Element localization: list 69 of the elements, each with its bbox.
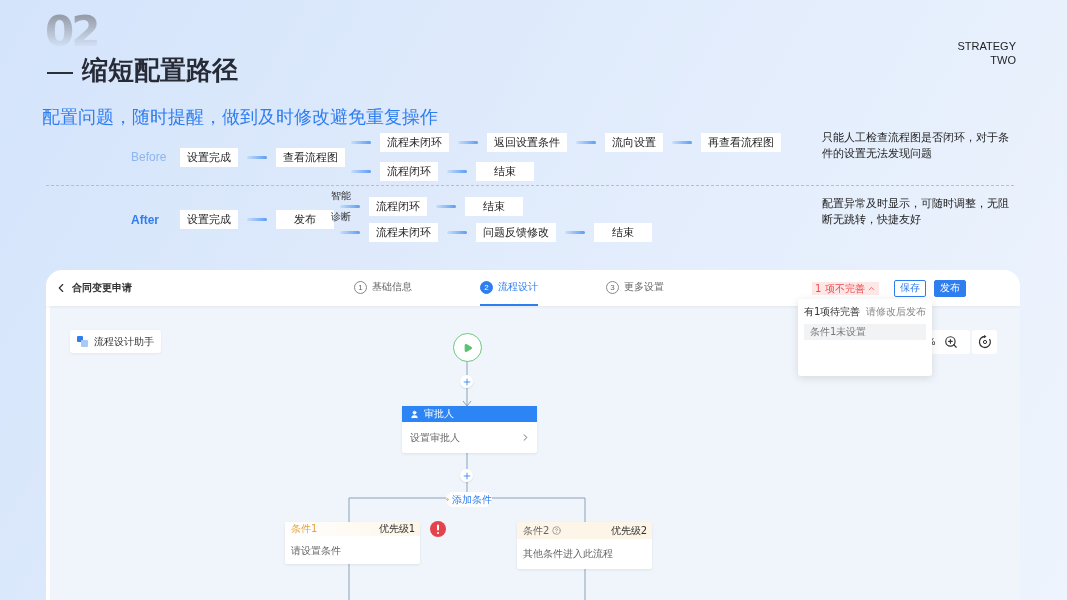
flow-step: 流程未闭环 (369, 223, 438, 243)
connector-bar (672, 141, 692, 144)
connector-bar (565, 231, 585, 235)
flow-step: 结束 (594, 223, 652, 243)
flow-step: 查看流程图 (276, 147, 345, 167)
condition-text: 其他条件进入此流程 (522, 547, 614, 561)
connector-bar (247, 155, 267, 159)
flow-step: 流程未闭环 (380, 133, 449, 152)
condition-name: 条件1 (291, 522, 318, 536)
flow-stage-label: Before (131, 150, 168, 164)
slide-subtitle: 配置问题，随时提醒，做到及时修改避免重复操作 (42, 105, 439, 129)
flow-stage-label: After (131, 212, 160, 227)
condition-node[interactable]: 条件1 优先级1 请设置条件 (285, 522, 420, 564)
person-icon (410, 409, 419, 419)
priority-label: 优先级1 (378, 522, 415, 536)
connector-line (348, 563, 350, 600)
connector-bar (447, 170, 467, 173)
node-title: 审批人 (424, 407, 454, 421)
flow-step: 设置完成 (180, 147, 238, 167)
flow-assistant-button[interactable]: 流程设计助手 (70, 330, 161, 353)
add-node-button[interactable] (460, 469, 473, 482)
connector-bar (340, 205, 360, 209)
publish-button[interactable]: 发布 (933, 279, 966, 297)
start-node[interactable] (453, 333, 482, 362)
connector-bar (351, 170, 371, 173)
reset-view-button[interactable] (972, 330, 997, 354)
condition-name: 条件2 (523, 523, 562, 538)
flow-step: 再查看流程图 (701, 133, 781, 152)
popover-title: 有1项待完善 (804, 305, 861, 319)
flow-step: 结束 (465, 197, 523, 217)
connector-line (584, 568, 586, 600)
add-node-button[interactable] (460, 375, 473, 388)
add-condition-button[interactable]: 添加条件 (446, 492, 492, 507)
strategy-tag: STRATEGY (957, 39, 1016, 53)
save-button[interactable]: 保存 (893, 279, 926, 297)
slide-title: 缩短配置路径 (82, 54, 238, 87)
assistant-icon (77, 336, 88, 347)
connector-bar (436, 205, 456, 209)
connector-bar (576, 141, 596, 144)
play-icon (462, 342, 473, 353)
condition-icon (446, 495, 449, 504)
approver-node[interactable]: 审批人 设置审批人 (402, 406, 537, 453)
step-tab[interactable]: 1 基础信息 (354, 270, 412, 306)
connector-bar (447, 231, 467, 235)
flow-step: 问题反馈修改 (476, 223, 556, 243)
node-value: 设置审批人 (410, 430, 460, 445)
branch-label: 智能 (331, 190, 351, 202)
flow-step: 结束 (476, 162, 534, 181)
connector-bar (458, 141, 478, 144)
connector-bar (247, 218, 267, 222)
connector-bar (351, 141, 371, 144)
flow-step: 返回设置条件 (487, 133, 567, 152)
comparison-note: 只能人工检查流程图是否闭环，对于条件的设置无法发现问题 (822, 130, 1010, 162)
reset-icon (977, 335, 992, 349)
step-tab[interactable]: 3 更多设置 (606, 270, 664, 306)
priority-label: 优先级2 (610, 523, 647, 538)
condition-node[interactable]: 条件2 优先级2 其他条件进入此流程 (517, 522, 652, 569)
condition-text: 请设置条件 (290, 544, 342, 558)
flow-step: 流程闭环 (369, 197, 427, 217)
zoom-in-icon[interactable] (943, 335, 958, 349)
flow-step: 流向设置 (605, 133, 663, 152)
flow-step: 流程闭环 (380, 162, 438, 181)
form-title: 合同变更申请 (72, 281, 133, 295)
connector-bar (340, 231, 360, 235)
popover-hint: 请修改后发布 (866, 305, 926, 319)
flow-step: 设置完成 (180, 210, 238, 230)
comparison-note: 配置异常及时显示，可随时调整，无阻断无跳转，快捷友好 (822, 196, 1010, 229)
issue-item[interactable]: 条件1未设置 (804, 324, 926, 340)
strategy-tag: TWO (990, 53, 1016, 67)
